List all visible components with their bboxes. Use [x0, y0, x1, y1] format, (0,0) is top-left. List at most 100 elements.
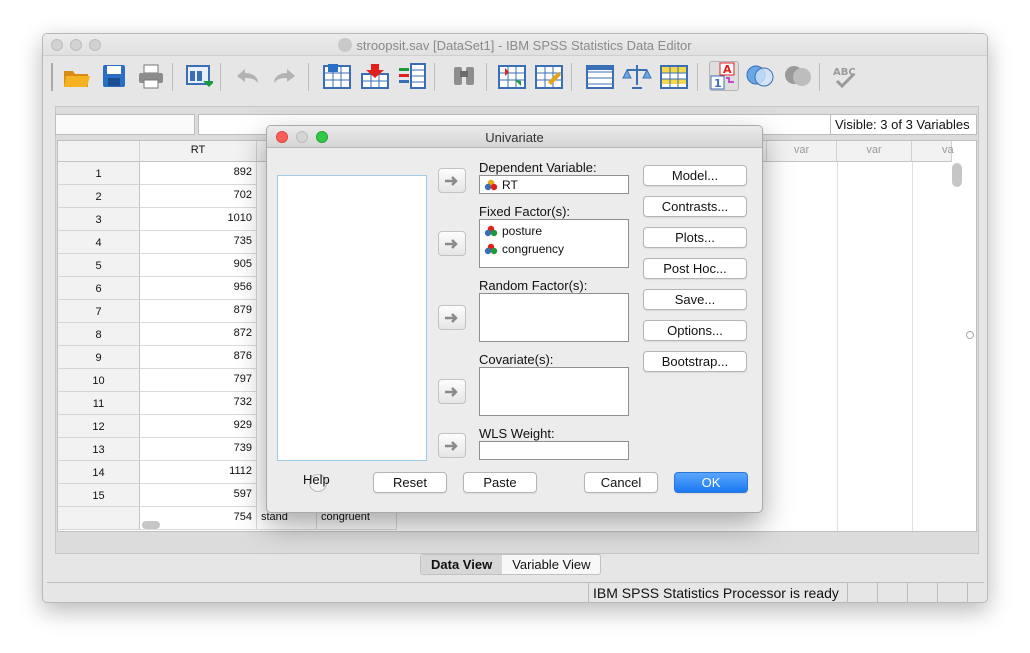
- split-pane-handle[interactable]: [966, 331, 974, 339]
- row-number[interactable]: 14: [58, 461, 140, 484]
- vertical-scrollbar[interactable]: [952, 163, 962, 187]
- horizontal-scrollbar[interactable]: [142, 521, 160, 529]
- visible-variables-indicator: Visible: 3 of 3 Variables: [830, 114, 977, 135]
- cell-rt[interactable]: 956: [140, 277, 257, 300]
- toolbar-grip[interactable]: [51, 63, 53, 91]
- weight-cases-icon[interactable]: [622, 61, 652, 91]
- row-number[interactable]: 13: [58, 438, 140, 461]
- cell-rt[interactable]: 905: [140, 254, 257, 277]
- move-dependent-button[interactable]: [438, 168, 466, 193]
- move-fixed-factor-button[interactable]: [438, 231, 466, 256]
- window-titlebar: stroopsit.sav [DataSet1] - IBM SPSS Stat…: [43, 34, 987, 56]
- source-variable-list[interactable]: [277, 175, 427, 461]
- row-number[interactable]: 2: [58, 185, 140, 208]
- random-factors-list[interactable]: [479, 293, 629, 342]
- row-number[interactable]: 3: [58, 208, 140, 231]
- redo-icon[interactable]: [270, 61, 300, 91]
- cell-rt[interactable]: 929: [140, 415, 257, 438]
- row-number[interactable]: 6: [58, 277, 140, 300]
- fixed-factor-item[interactable]: posture: [480, 222, 628, 240]
- row-number[interactable]: 12: [58, 415, 140, 438]
- value-labels-icon[interactable]: A1: [709, 61, 739, 91]
- save-icon[interactable]: [99, 61, 129, 91]
- cancel-button[interactable]: Cancel: [584, 472, 658, 493]
- save-button[interactable]: Save...: [643, 289, 747, 310]
- dialog-zoom-button[interactable]: [316, 131, 328, 143]
- move-wls-weight-button[interactable]: [438, 433, 466, 458]
- cell-rt[interactable]: 732: [140, 392, 257, 415]
- goto-case-icon[interactable]: [322, 61, 352, 91]
- grid-line: [837, 162, 838, 531]
- row-number[interactable]: 9: [58, 346, 140, 369]
- move-covariate-button[interactable]: [438, 379, 466, 404]
- print-icon[interactable]: [136, 61, 166, 91]
- select-cases-icon[interactable]: [659, 61, 689, 91]
- corner-header[interactable]: [58, 141, 140, 162]
- plots-button[interactable]: Plots...: [643, 227, 747, 248]
- dialog-minimize-button[interactable]: [296, 131, 308, 143]
- cell-rt[interactable]: 739: [140, 438, 257, 461]
- right-arrow-icon: [445, 312, 458, 323]
- reset-button[interactable]: Reset: [373, 472, 447, 493]
- dialog-recall-icon[interactable]: [184, 61, 214, 91]
- help-button[interactable]: Help: [303, 472, 330, 487]
- variables-icon[interactable]: [397, 61, 427, 91]
- insert-variable-icon[interactable]: [534, 61, 564, 91]
- row-number[interactable]: 4: [58, 231, 140, 254]
- column-header-var[interactable]: var: [837, 141, 912, 162]
- dependent-variable-item[interactable]: RT: [480, 176, 628, 194]
- nominal-variable-icon: [484, 225, 498, 237]
- column-header-var[interactable]: va: [912, 141, 954, 162]
- cell-rt[interactable]: 797: [140, 369, 257, 392]
- row-number[interactable]: 11: [58, 392, 140, 415]
- value-labels-letter: A: [723, 63, 732, 76]
- row-number[interactable]: 1: [58, 162, 140, 185]
- ok-button[interactable]: OK: [674, 472, 748, 493]
- row-number[interactable]: 5: [58, 254, 140, 277]
- paste-button[interactable]: Paste: [463, 472, 537, 493]
- row-number[interactable]: 8: [58, 323, 140, 346]
- cell-rt[interactable]: 597: [140, 484, 257, 507]
- cell-rt[interactable]: 702: [140, 185, 257, 208]
- options-button[interactable]: Options...: [643, 320, 747, 341]
- move-random-factor-button[interactable]: [438, 305, 466, 330]
- fixed-factors-list[interactable]: posture congruency: [479, 219, 629, 268]
- dependent-variable-field[interactable]: RT: [479, 175, 629, 194]
- row-number[interactable]: 7: [58, 300, 140, 323]
- cell-rt[interactable]: 879: [140, 300, 257, 323]
- wls-weight-field[interactable]: [479, 441, 629, 460]
- covariates-list[interactable]: [479, 367, 629, 416]
- use-sets-icon[interactable]: [745, 61, 775, 91]
- row-number[interactable]: 15: [58, 484, 140, 507]
- open-folder-icon[interactable]: [61, 61, 91, 91]
- contrasts-button[interactable]: Contrasts...: [643, 196, 747, 217]
- show-all-variables-icon[interactable]: [783, 61, 813, 91]
- cell-rt[interactable]: 1010: [140, 208, 257, 231]
- bootstrap-button[interactable]: Bootstrap...: [643, 351, 747, 372]
- find-icon[interactable]: [449, 61, 479, 91]
- cell-rt[interactable]: 876: [140, 346, 257, 369]
- goto-variable-icon[interactable]: [360, 61, 390, 91]
- cell-rt[interactable]: 735: [140, 231, 257, 254]
- cell-reference-box[interactable]: [55, 114, 195, 135]
- toolbar-separator: [434, 63, 435, 91]
- cell-rt[interactable]: 872: [140, 323, 257, 346]
- column-header-rt[interactable]: RT: [140, 141, 257, 162]
- fixed-factor-item[interactable]: congruency: [480, 240, 628, 258]
- fixed-factor-name: posture: [502, 224, 543, 238]
- tab-variable-view[interactable]: Variable View: [502, 555, 600, 574]
- dialog-close-button[interactable]: [276, 131, 288, 143]
- column-header-var[interactable]: var: [767, 141, 837, 162]
- row-number[interactable]: [58, 507, 140, 530]
- undo-icon[interactable]: [232, 61, 262, 91]
- post-hoc-button[interactable]: Post Hoc...: [643, 258, 747, 279]
- row-number[interactable]: 10: [58, 369, 140, 392]
- cell-rt[interactable]: 892: [140, 162, 257, 185]
- model-button[interactable]: Model...: [643, 165, 747, 186]
- tab-data-view[interactable]: Data View: [421, 555, 503, 574]
- split-file-icon[interactable]: [585, 61, 615, 91]
- right-arrow-icon: [445, 238, 458, 249]
- cell-rt[interactable]: 1112: [140, 461, 257, 484]
- spell-check-icon[interactable]: ABC: [831, 61, 861, 91]
- insert-cases-icon[interactable]: [497, 61, 527, 91]
